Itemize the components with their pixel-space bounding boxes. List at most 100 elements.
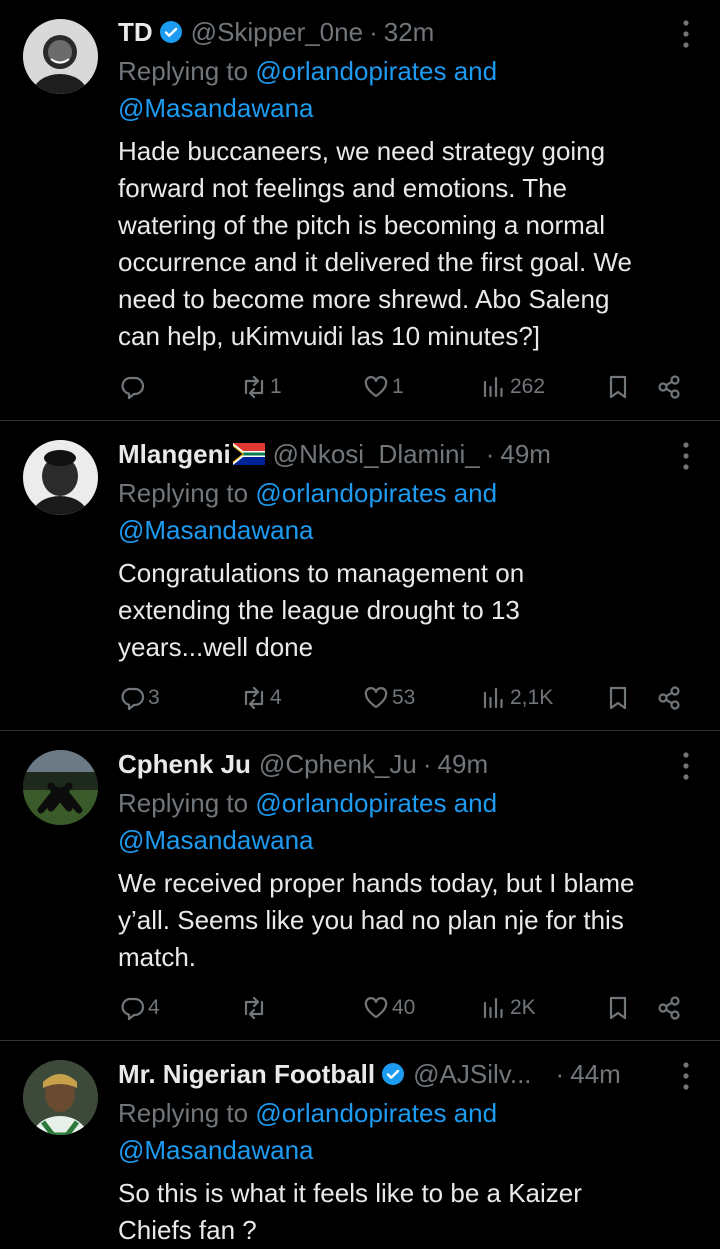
like-button[interactable]: 40 (362, 994, 415, 1022)
text-line: match. (118, 942, 197, 972)
retweet-icon (244, 996, 264, 1020)
reply-icon (121, 687, 145, 711)
bookmark-icon (609, 375, 627, 399)
reply-icon (121, 997, 145, 1021)
author-handle[interactable]: @Skipper_0ne (191, 17, 363, 48)
action-bar: 3 4 53 2,1K (0, 680, 720, 716)
replying-prefix: Replying to (118, 56, 256, 86)
views-button[interactable]: 2K (480, 994, 536, 1022)
author-name[interactable]: TD (118, 17, 153, 48)
timestamp[interactable]: 49m (500, 439, 551, 470)
views-chart-icon (483, 997, 503, 1019)
replying-prefix: Replying to (118, 478, 256, 508)
tweet[interactable]: Cphenk Ju @Cphenk_Ju · 49m Replying to @… (0, 731, 720, 1041)
retweet-icon (244, 686, 264, 710)
views-count: 2,1K (510, 686, 554, 709)
reply-count: 4 (148, 996, 160, 1019)
like-button[interactable]: 53 (362, 684, 415, 712)
mention-link[interactable]: @Masandawana (118, 515, 314, 545)
avatar[interactable] (23, 440, 98, 515)
tweet-text: We received proper hands today, but I bl… (118, 865, 696, 976)
heart-icon (364, 376, 388, 398)
mention-link[interactable]: @Masandawana (118, 825, 314, 855)
text-line: So this is what it feels like to be a Ka… (118, 1178, 582, 1208)
retweet-icon (244, 375, 264, 399)
separator-dot: · (555, 1058, 565, 1089)
avatar[interactable] (23, 19, 98, 94)
tweet[interactable]: TD @Skipper_0ne · 32m Replying to @orlan… (0, 0, 720, 421)
like-button[interactable]: 1 (362, 373, 404, 401)
author-handle[interactable]: @AJSilv... (413, 1059, 531, 1090)
retweet-count: 4 (270, 686, 282, 709)
text-line: years...well done (118, 632, 314, 662)
like-count: 53 (392, 686, 416, 709)
reply-button[interactable]: 4 (118, 994, 160, 1022)
views-button[interactable]: 262 (480, 373, 545, 401)
text-line: occurrence and it delivered the first go… (118, 247, 633, 277)
bookmark-button[interactable] (604, 373, 632, 401)
text-line: forward not feelings and emotions. The (118, 173, 568, 203)
share-button[interactable] (655, 684, 683, 712)
mention-link[interactable]: @Masandawana (118, 93, 314, 123)
more-options-icon[interactable] (676, 439, 696, 473)
author-handle[interactable]: @Nkosi_Dlamini_ (273, 439, 480, 470)
tweet[interactable]: Mlangeni @Nkosi_Dlamini_ · 49m Replying … (0, 421, 720, 731)
share-icon (658, 375, 680, 399)
views-count: 262 (510, 375, 546, 398)
more-options-icon[interactable] (676, 749, 696, 783)
avatar[interactable] (23, 750, 98, 825)
more-options-icon[interactable] (676, 17, 696, 51)
action-bar: 4 40 2K (0, 990, 720, 1026)
replying-to: Replying to @orlandopirates and @Masanda… (118, 1095, 696, 1169)
mention-link[interactable]: @orlandopirates and (255, 478, 497, 508)
author-name[interactable]: Cphenk Ju (118, 749, 251, 780)
action-bar: 1 1 262 (0, 369, 720, 405)
text-line: Chiefs fan ? (118, 1215, 257, 1245)
replying-prefix: Replying to (118, 1098, 256, 1128)
mention-link[interactable]: @orlandopirates and (255, 1098, 497, 1128)
separator-dot: · (485, 438, 495, 469)
tweet-text: Hade buccaneers, we need strategy going … (118, 133, 696, 355)
heart-icon (364, 997, 388, 1019)
tweet-text: So this is what it feels like to be a Ka… (118, 1175, 696, 1249)
share-button[interactable] (655, 994, 683, 1022)
reply-count: 3 (148, 686, 160, 709)
tweet[interactable]: Mr. Nigerian Football @AJSilv... · 44m R… (0, 1041, 720, 1249)
views-count: 2K (510, 996, 536, 1019)
text-line: extending the league drought to 13 (118, 595, 520, 625)
replying-to: Replying to @orlandopirates and @Masanda… (118, 475, 696, 549)
bookmark-button[interactable] (604, 994, 632, 1022)
south-africa-flag-icon (232, 443, 265, 465)
text-line: y’all. Seems like you had no plan nje fo… (118, 905, 624, 935)
share-icon (658, 686, 680, 710)
timestamp[interactable]: 49m (438, 749, 489, 780)
author-name[interactable]: Mlangeni (118, 439, 231, 470)
reply-button[interactable]: 3 (118, 684, 160, 712)
share-button[interactable] (655, 373, 683, 401)
more-options-icon[interactable] (676, 1059, 696, 1093)
author-handle[interactable]: @Cphenk_Ju (259, 749, 417, 780)
mention-link[interactable]: @Masandawana (118, 1135, 314, 1165)
reply-feed: TD @Skipper_0ne · 32m Replying to @orlan… (0, 0, 720, 1249)
mention-link[interactable]: @orlandopirates and (255, 788, 497, 818)
bookmark-icon (609, 686, 627, 710)
text-line: can help, uKimvuidi las 10 minutes?] (118, 321, 541, 351)
timestamp[interactable]: 32m (384, 17, 435, 48)
retweet-button[interactable]: 4 (240, 684, 282, 712)
author-name[interactable]: Mr. Nigerian Football (118, 1059, 375, 1090)
avatar[interactable] (23, 1060, 98, 1135)
reply-button[interactable] (118, 373, 148, 401)
verified-badge-icon (382, 1063, 405, 1085)
mention-link[interactable]: @orlandopirates and (255, 56, 497, 86)
retweet-button[interactable] (240, 994, 270, 1022)
share-icon (658, 996, 680, 1020)
timestamp[interactable]: 44m (570, 1059, 621, 1090)
replying-to: Replying to @orlandopirates and @Masanda… (118, 785, 696, 859)
separator-dot: · (369, 16, 378, 47)
bookmark-button[interactable] (604, 684, 632, 712)
separator-dot: · (422, 748, 432, 779)
retweet-count: 1 (270, 375, 282, 398)
like-count: 40 (392, 996, 416, 1019)
views-button[interactable]: 2,1K (480, 684, 553, 712)
retweet-button[interactable]: 1 (240, 373, 282, 401)
